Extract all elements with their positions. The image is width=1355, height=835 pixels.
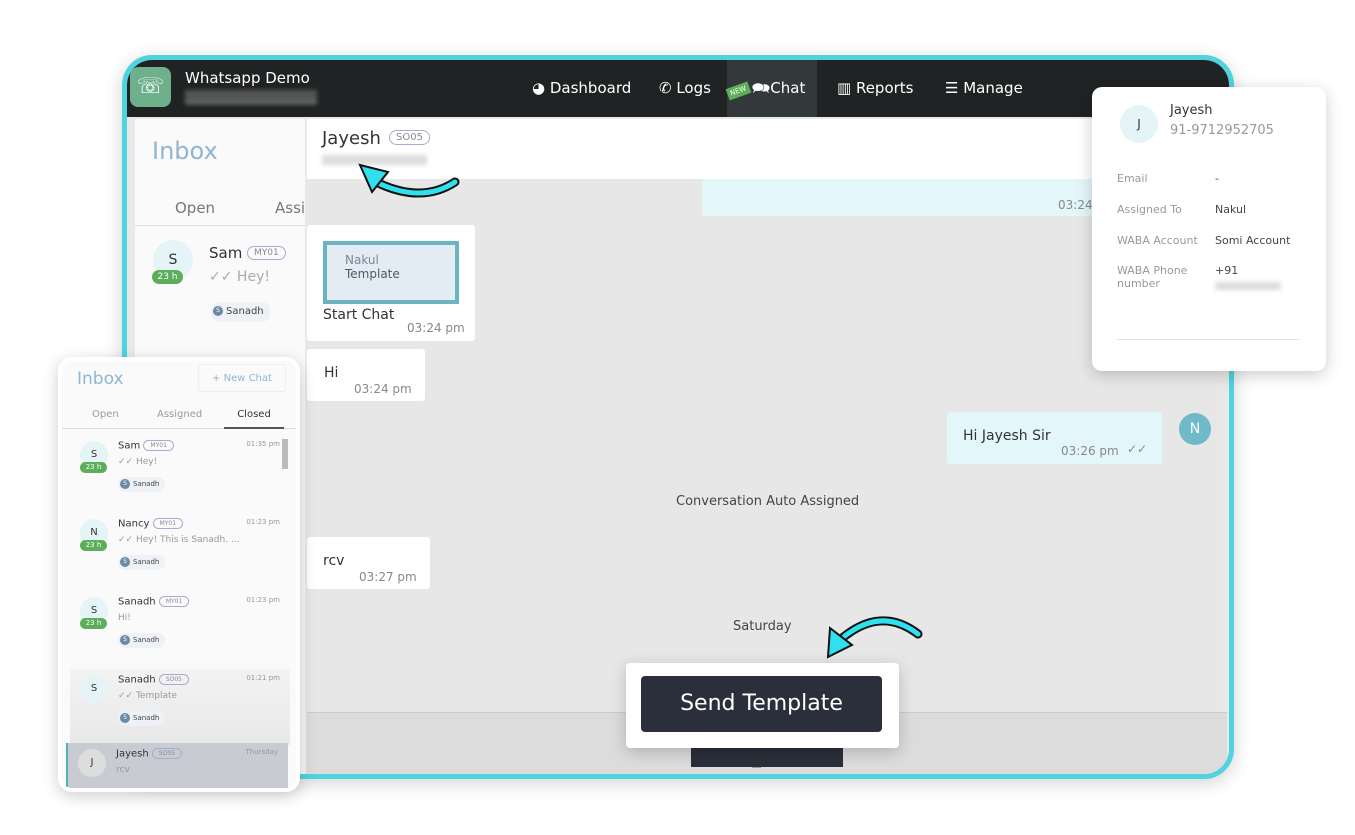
new-badge: NEW — [725, 81, 751, 101]
chat-contact-name: Jayesh — [322, 128, 381, 149]
phone-icon: ✆ — [659, 79, 677, 97]
contact-avatar: J — [1120, 105, 1158, 143]
divider — [1117, 339, 1300, 340]
send-template-callout: Send Template — [626, 663, 899, 748]
message-time: 03:24 — [1058, 198, 1093, 212]
menu-icon: ☰ — [945, 79, 964, 97]
conversation-item[interactable]: S 23 h Sam MY01 ✓✓ Hey! 01:35 pm S Sanadh — [70, 435, 290, 511]
waba-phone-value: +91 — [1215, 264, 1239, 277]
contact-phone: 91-9712952705 — [1170, 123, 1274, 138]
incoming-message: rcv 03:27 pm — [307, 537, 430, 589]
nav-logs[interactable]: ✆ Logs — [659, 60, 711, 117]
assigned-to-value: Nakul — [1215, 203, 1247, 216]
conversation-item[interactable]: S 23 h Sam MY01 ✓✓ Hey! S Sanadh — [135, 234, 305, 324]
new-chat-button[interactable]: + New Chat — [198, 364, 286, 392]
contact-details-card: J Jayesh 91-9712952705 Email - Assigned … — [1092, 87, 1326, 371]
waba-account-label: WABA Account — [1117, 234, 1198, 247]
hours-badge: 23 h — [152, 270, 183, 284]
waba-phone-label: WABA Phone number — [1117, 264, 1188, 290]
inbox-panel: Inbox + New Chat Open Assigned Closed S2… — [58, 357, 300, 792]
email-label: Email — [1117, 172, 1148, 185]
waba-account-value: Somi Account — [1215, 234, 1291, 247]
chat-phone-blurred — [322, 155, 427, 165]
contact-name: Sam — [209, 244, 243, 262]
send-template-button[interactable]: Send Template — [641, 676, 882, 732]
inbox-title: Inbox — [152, 137, 218, 165]
nav-dashboard[interactable]: ◕ Dashboard — [532, 60, 631, 117]
nav-chat[interactable]: NEW 🗪Chat — [725, 60, 817, 117]
tag-badge: MY01 — [247, 246, 286, 260]
double-check-icon: ✓✓ — [209, 269, 237, 285]
nav-reports[interactable]: ▥ Reports — [837, 60, 914, 117]
conversation-item[interactable]: S Sanadh SO05 ✓✓ Template 01:21 pm S Sanadh — [70, 669, 290, 745]
incoming-message: Hi 03:24 pm — [307, 349, 425, 401]
system-message: Conversation Auto Assigned — [676, 494, 860, 509]
date-divider: Saturday — [733, 619, 792, 634]
conversation-item-selected[interactable]: J Jayesh SO05 rcv Thursday — [66, 743, 288, 788]
outgoing-message: Hi Jayesh Sir 03:26 pm ✓✓ — [947, 412, 1162, 464]
inbox-tabs: Open Assi — [135, 194, 305, 226]
template-message: Nakul Template Start Chat 03:24 pm — [307, 225, 475, 341]
assigned-to-label: Assigned To — [1117, 203, 1182, 216]
contact-name: Jayesh — [1170, 103, 1213, 118]
nav-manage[interactable]: ☰ Manage — [945, 60, 1023, 117]
agent-chip: S Sanadh — [211, 302, 270, 322]
tab-assigned[interactable]: Assigned — [157, 409, 202, 420]
email-value: - — [1215, 172, 1219, 185]
conversation-item[interactable]: S 23 h Sanadh MY01 Hi! 01:23 pm S Sanadh — [70, 591, 290, 667]
chat-icon: 🗪 — [751, 79, 771, 97]
double-check-icon: ✓✓ — [1127, 442, 1148, 456]
top-nav: ☏ Whatsapp Demo ◕ Dashboard ✆ Logs NEW 🗪C… — [127, 60, 1229, 117]
chat-tag-badge: SO05 — [389, 130, 430, 145]
sender-avatar: N — [1179, 413, 1211, 445]
app-phone-blurred — [185, 90, 317, 104]
bar-chart-icon: ▥ — [837, 79, 856, 97]
tab-open[interactable]: Open — [92, 409, 119, 420]
tab-open[interactable]: Open — [175, 199, 215, 217]
tab-closed[interactable]: Closed — [224, 401, 284, 429]
conversation-item[interactable]: N 23 h Nancy MY01 ✓✓ Hey! This is Sanadh. .… — [70, 513, 290, 589]
app-title: Whatsapp Demo — [185, 69, 310, 87]
tab-assigned[interactable]: Assi — [275, 199, 305, 217]
waba-phone-blurred — [1215, 282, 1281, 290]
chat-header: Jayesh SO05 — [307, 119, 1227, 179]
inbox-panel-title: Inbox — [77, 369, 124, 389]
inbox-panel-tabs: Open Assigned Closed — [62, 401, 296, 429]
phone-logo-icon: ☏ — [130, 67, 171, 107]
pie-chart-icon: ◕ — [532, 79, 550, 97]
template-preview: Nakul Template — [323, 241, 459, 304]
message-preview: ✓✓ Hey! — [209, 269, 270, 285]
cursor-hand-icon: ☝ — [751, 752, 762, 773]
